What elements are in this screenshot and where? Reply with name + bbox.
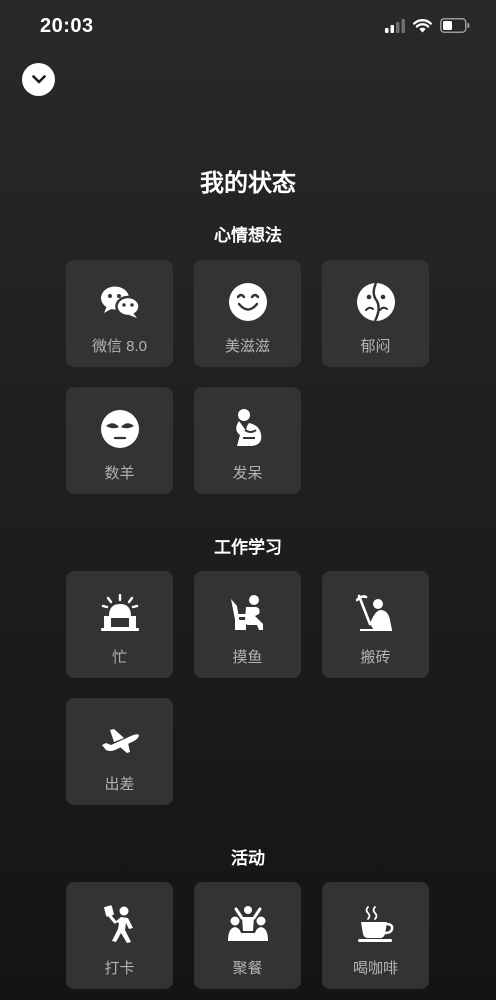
section-title-mood: 心情想法 [214,226,282,245]
status-option-label: 聚餐 [232,960,263,977]
status-option-label: 喝咖啡 [352,960,398,977]
status-option-label: 数羊 [104,465,135,482]
coffee-icon [322,903,429,945]
status-option-label: 微信 8.0 [91,338,148,355]
section-title-work: 工作学习 [214,538,282,557]
status-option-wechat[interactable]: 微信 8.0 [66,260,173,367]
airplane-icon [66,719,173,761]
status-option-label: 搬砖 [360,649,391,666]
cellular-signal-icon [385,18,405,33]
status-option-label: 出差 [104,776,135,793]
status-option-counting-sheep[interactable]: 数羊 [66,387,173,494]
daze-icon [194,408,301,450]
status-option-gloomy[interactable]: 郁闷 [322,260,429,367]
page-title: 我的状态 [200,170,296,197]
wechat-icon [66,281,173,323]
wifi-icon [413,18,432,33]
status-option-daze[interactable]: 发呆 [194,387,301,494]
alarm-laptop-icon [66,592,173,634]
status-option-business-trip[interactable]: 出差 [66,698,173,805]
status-option-label: 打卡 [104,960,135,977]
check-in-icon [66,903,173,945]
gloomy-icon [322,281,429,323]
status-option-label: 郁闷 [360,338,391,355]
section-title-activity: 活动 [231,849,265,868]
status-option-check-in[interactable]: 打卡 [66,882,173,989]
collapse-button[interactable] [22,63,55,96]
slacking-icon [194,592,301,634]
status-option-happy[interactable]: 美滋滋 [194,260,301,367]
status-option-coffee[interactable]: 喝咖啡 [322,882,429,989]
sleepy-face-icon [66,408,173,450]
status-option-label: 摸鱼 [232,649,263,666]
pickaxe-worker-icon [322,592,429,634]
smile-icon [194,281,301,323]
gathering-icon [194,903,301,945]
status-option-busy[interactable]: 忙 [66,571,173,678]
status-time: 20:03 [40,15,94,37]
status-icons [385,18,470,33]
status-option-label: 美滋滋 [224,338,270,355]
status-option-label: 忙 [111,649,127,666]
status-option-label: 发呆 [232,465,263,482]
status-option-slacking[interactable]: 摸鱼 [194,571,301,678]
status-option-gathering[interactable]: 聚餐 [194,882,301,989]
status-option-grinding[interactable]: 搬砖 [322,571,429,678]
chevron-down-icon [31,75,46,84]
status-bar: 20:03 [0,0,496,54]
battery-icon [440,18,470,33]
